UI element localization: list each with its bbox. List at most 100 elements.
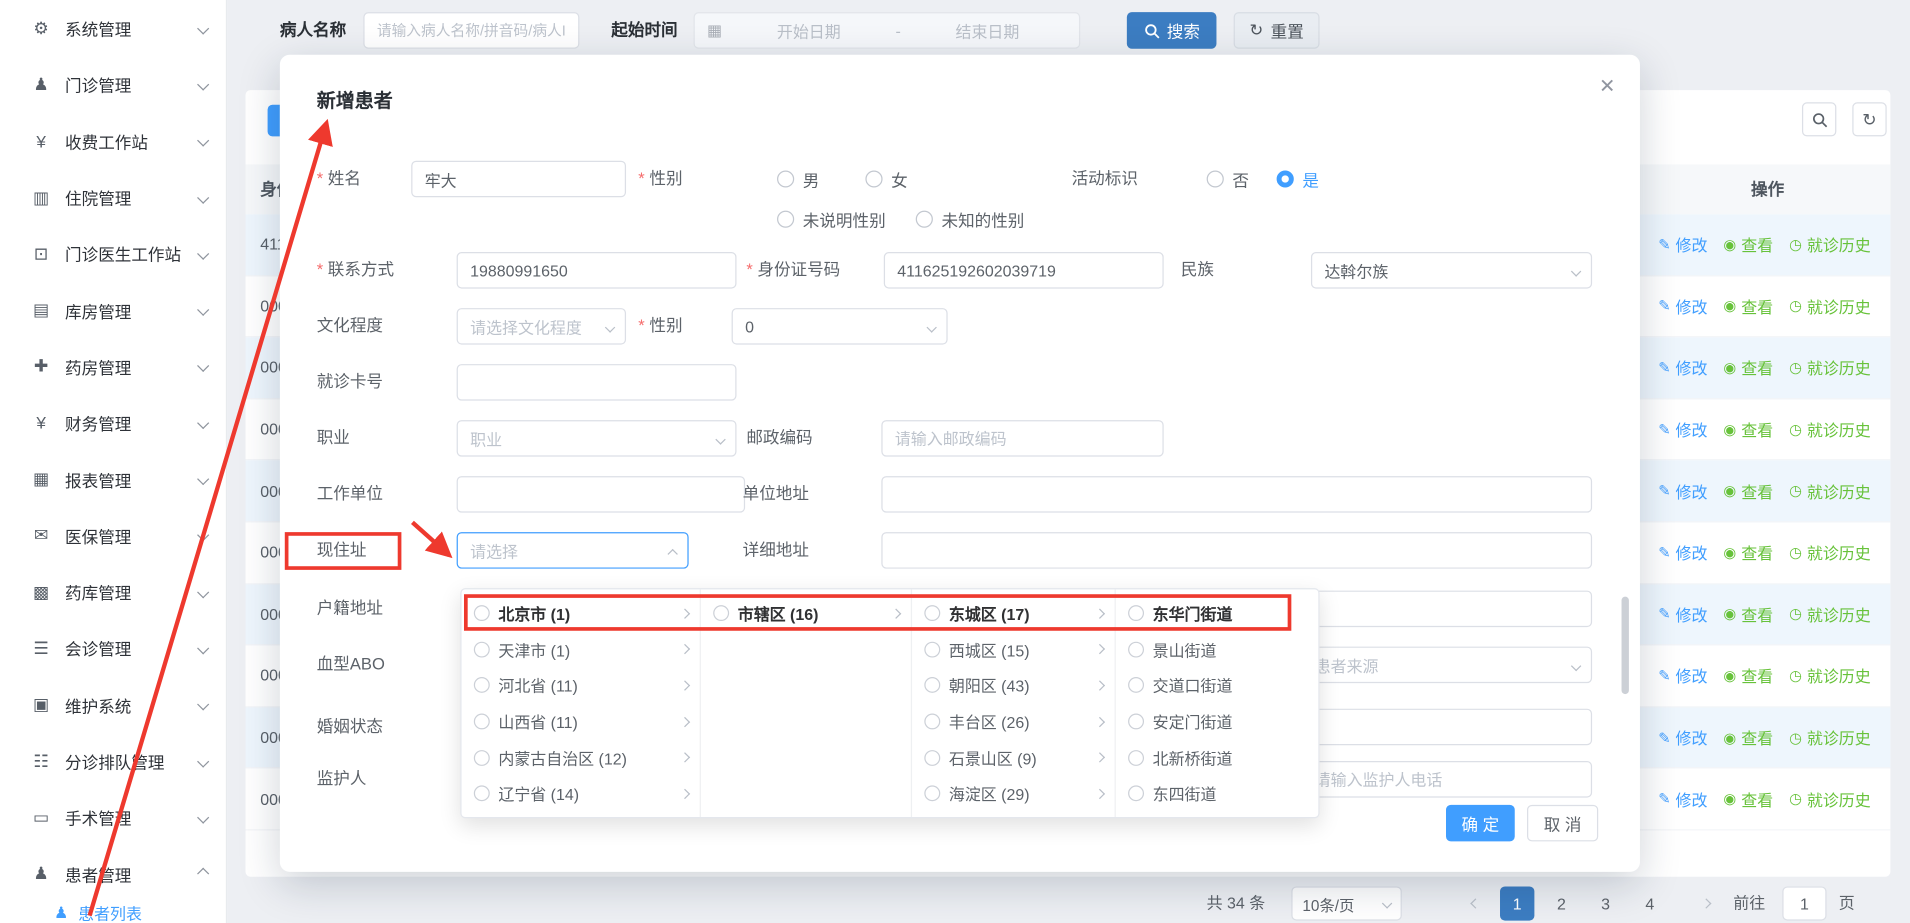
radio-active-yes[interactable]: 是 — [1277, 161, 1319, 198]
card-number-input[interactable] — [457, 364, 737, 401]
name-input[interactable] — [411, 161, 626, 198]
cascader-option-province[interactable]: 山西省 (11) — [462, 704, 700, 740]
cascader-option-district[interactable]: 东城区 (17) — [912, 595, 1115, 631]
visit-history-link[interactable]: ◷就诊历史 — [1789, 603, 1871, 626]
visit-history-link[interactable]: ◷就诊历史 — [1789, 541, 1871, 564]
view-link[interactable]: ◉查看 — [1723, 418, 1773, 441]
cascader-option-district[interactable]: 朝阳区 (43) — [912, 668, 1115, 704]
sidebar-item-patient-list[interactable]: ♟ 患者列表 — [0, 902, 227, 923]
radio-female[interactable]: 女 — [865, 161, 907, 198]
visit-history-link[interactable]: ◷就诊历史 — [1789, 479, 1871, 502]
edit-link[interactable]: ✎修改 — [1658, 479, 1707, 502]
sidebar-item[interactable]: ♟ 门诊管理 — [0, 56, 226, 112]
page-size-select[interactable]: 10条/页 — [1291, 886, 1401, 920]
radio-active-no[interactable]: 否 — [1207, 161, 1249, 198]
view-link[interactable]: ◉查看 — [1723, 541, 1773, 564]
cascader-option-street[interactable]: 东华门街道 — [1116, 595, 1321, 631]
edit-link[interactable]: ✎修改 — [1658, 295, 1707, 318]
cascader-option-district[interactable]: 西城区 (15) — [912, 631, 1115, 667]
cascader-option-city[interactable]: 市辖区 (16) — [701, 595, 911, 631]
cascader-option-street[interactable]: 景山街道 — [1116, 631, 1321, 667]
education-select[interactable]: 请选择文化程度 — [457, 308, 626, 345]
visit-history-link[interactable]: ◷就诊历史 — [1789, 295, 1871, 318]
sidebar-item[interactable]: ✉ 医保管理 — [0, 507, 226, 563]
cascader-option-province[interactable]: 辽宁省 (14) — [462, 776, 700, 812]
patient-name-input[interactable] — [363, 12, 579, 49]
cascader-option-province[interactable]: 天津市 (1) — [462, 631, 700, 667]
edit-link[interactable]: ✎修改 — [1658, 603, 1707, 626]
occupation-select[interactable]: 职业 — [457, 420, 737, 457]
sidebar-item[interactable]: ♟ 患者管理 — [0, 846, 226, 902]
page-number-button[interactable]: 3 — [1588, 886, 1622, 920]
modal-scrollbar[interactable] — [1622, 597, 1629, 694]
visit-history-link[interactable]: ◷就诊历史 — [1789, 233, 1871, 256]
view-link[interactable]: ◉查看 — [1723, 664, 1773, 687]
sidebar-item[interactable]: ▥ 住院管理 — [0, 169, 226, 225]
view-link[interactable]: ◉查看 — [1723, 295, 1773, 318]
view-link[interactable]: ◉查看 — [1723, 603, 1773, 626]
edit-link[interactable]: ✎修改 — [1658, 787, 1707, 810]
sidebar-item[interactable]: ☰ 会诊管理 — [0, 620, 226, 676]
table-search-button[interactable] — [1802, 102, 1836, 136]
gender2-select[interactable]: 0 — [732, 308, 948, 345]
view-link[interactable]: ◉查看 — [1723, 233, 1773, 256]
edit-link[interactable]: ✎修改 — [1658, 664, 1707, 687]
marital-right-input[interactable] — [1301, 709, 1592, 746]
cancel-button[interactable]: 取 消 — [1527, 805, 1598, 842]
sidebar-item[interactable]: ¥ 财务管理 — [0, 395, 226, 451]
radio-gender-unstated[interactable]: 未说明性别 — [777, 201, 886, 238]
visit-history-link[interactable]: ◷就诊历史 — [1789, 664, 1871, 687]
ethnicity-select[interactable]: 达斡尔族 — [1311, 252, 1592, 289]
contact-input[interactable] — [457, 252, 737, 289]
cascader-option-province[interactable]: 内蒙古自治区 (12) — [462, 740, 700, 776]
edit-link[interactable]: ✎修改 — [1658, 541, 1707, 564]
current-address-select[interactable]: 请选择 — [457, 532, 689, 569]
radio-gender-unknown[interactable]: 未知的性别 — [916, 201, 1025, 238]
page-number-button[interactable]: 2 — [1544, 886, 1578, 920]
unit-address-input[interactable] — [881, 476, 1592, 513]
cascader-option-district[interactable]: 石景山区 (9) — [912, 740, 1115, 776]
sidebar-item[interactable]: ▩ 药库管理 — [0, 564, 226, 620]
cascader-option-district[interactable]: 丰台区 (26) — [912, 704, 1115, 740]
prev-page-button[interactable] — [1461, 886, 1490, 920]
visit-history-link[interactable]: ◷就诊历史 — [1789, 726, 1871, 749]
cascader-option-street[interactable]: 交道口街道 — [1116, 668, 1321, 704]
add-patient-button-partial[interactable] — [268, 105, 280, 137]
visit-history-link[interactable]: ◷就诊历史 — [1789, 356, 1871, 379]
goto-page-input[interactable] — [1782, 886, 1826, 920]
id-number-input[interactable] — [884, 252, 1164, 289]
next-page-button[interactable] — [1692, 886, 1721, 920]
page-number-button[interactable]: 4 — [1633, 886, 1667, 920]
edit-link[interactable]: ✎修改 — [1658, 356, 1707, 379]
sidebar-item[interactable]: ▤ 库房管理 — [0, 282, 226, 338]
view-link[interactable]: ◉查看 — [1723, 479, 1773, 502]
table-refresh-button[interactable]: ↻ — [1852, 102, 1886, 136]
edit-link[interactable]: ✎修改 — [1658, 726, 1707, 749]
sidebar-item[interactable]: ✚ 药房管理 — [0, 338, 226, 394]
cascader-option-province[interactable]: 河北省 (11) — [462, 668, 700, 704]
sidebar-item[interactable]: ⚙ 系统管理 — [0, 0, 226, 56]
date-range-picker[interactable]: ▦ 开始日期 - 结束日期 — [694, 12, 1081, 49]
postcode-input[interactable] — [881, 420, 1163, 457]
sidebar-item[interactable]: ¥ 收费工作站 — [0, 113, 226, 169]
sidebar-item[interactable]: ⊡ 门诊医生工作站 — [0, 225, 226, 281]
cascader-option-province[interactable]: 北京市 (1) — [462, 595, 700, 631]
guardian-phone-input[interactable] — [1301, 761, 1592, 798]
confirm-button[interactable]: 确 定 — [1446, 805, 1515, 842]
work-unit-input[interactable] — [457, 476, 745, 513]
visit-history-link[interactable]: ◷就诊历史 — [1789, 418, 1871, 441]
visit-history-link[interactable]: ◷就诊历史 — [1789, 787, 1871, 810]
sidebar-item[interactable]: ▣ 维护系统 — [0, 676, 226, 732]
cascader-option-street[interactable]: 北新桥街道 — [1116, 740, 1321, 776]
view-link[interactable]: ◉查看 — [1723, 356, 1773, 379]
cascader-option-street[interactable]: 东四街道 — [1116, 776, 1321, 812]
sidebar-item[interactable]: ▭ 手术管理 — [0, 789, 226, 845]
reset-button[interactable]: ↻ 重置 — [1234, 12, 1320, 49]
view-link[interactable]: ◉查看 — [1723, 787, 1773, 810]
patient-source-select[interactable]: 患者来源 — [1301, 647, 1592, 684]
start-date-placeholder[interactable]: 开始日期 — [730, 19, 889, 42]
close-icon[interactable]: ✕ — [1599, 74, 1615, 98]
sidebar-item[interactable]: ▦ 报表管理 — [0, 451, 226, 507]
sidebar-item[interactable]: ☷ 分诊排队管理 — [0, 733, 226, 789]
end-date-placeholder[interactable]: 结束日期 — [908, 19, 1067, 42]
